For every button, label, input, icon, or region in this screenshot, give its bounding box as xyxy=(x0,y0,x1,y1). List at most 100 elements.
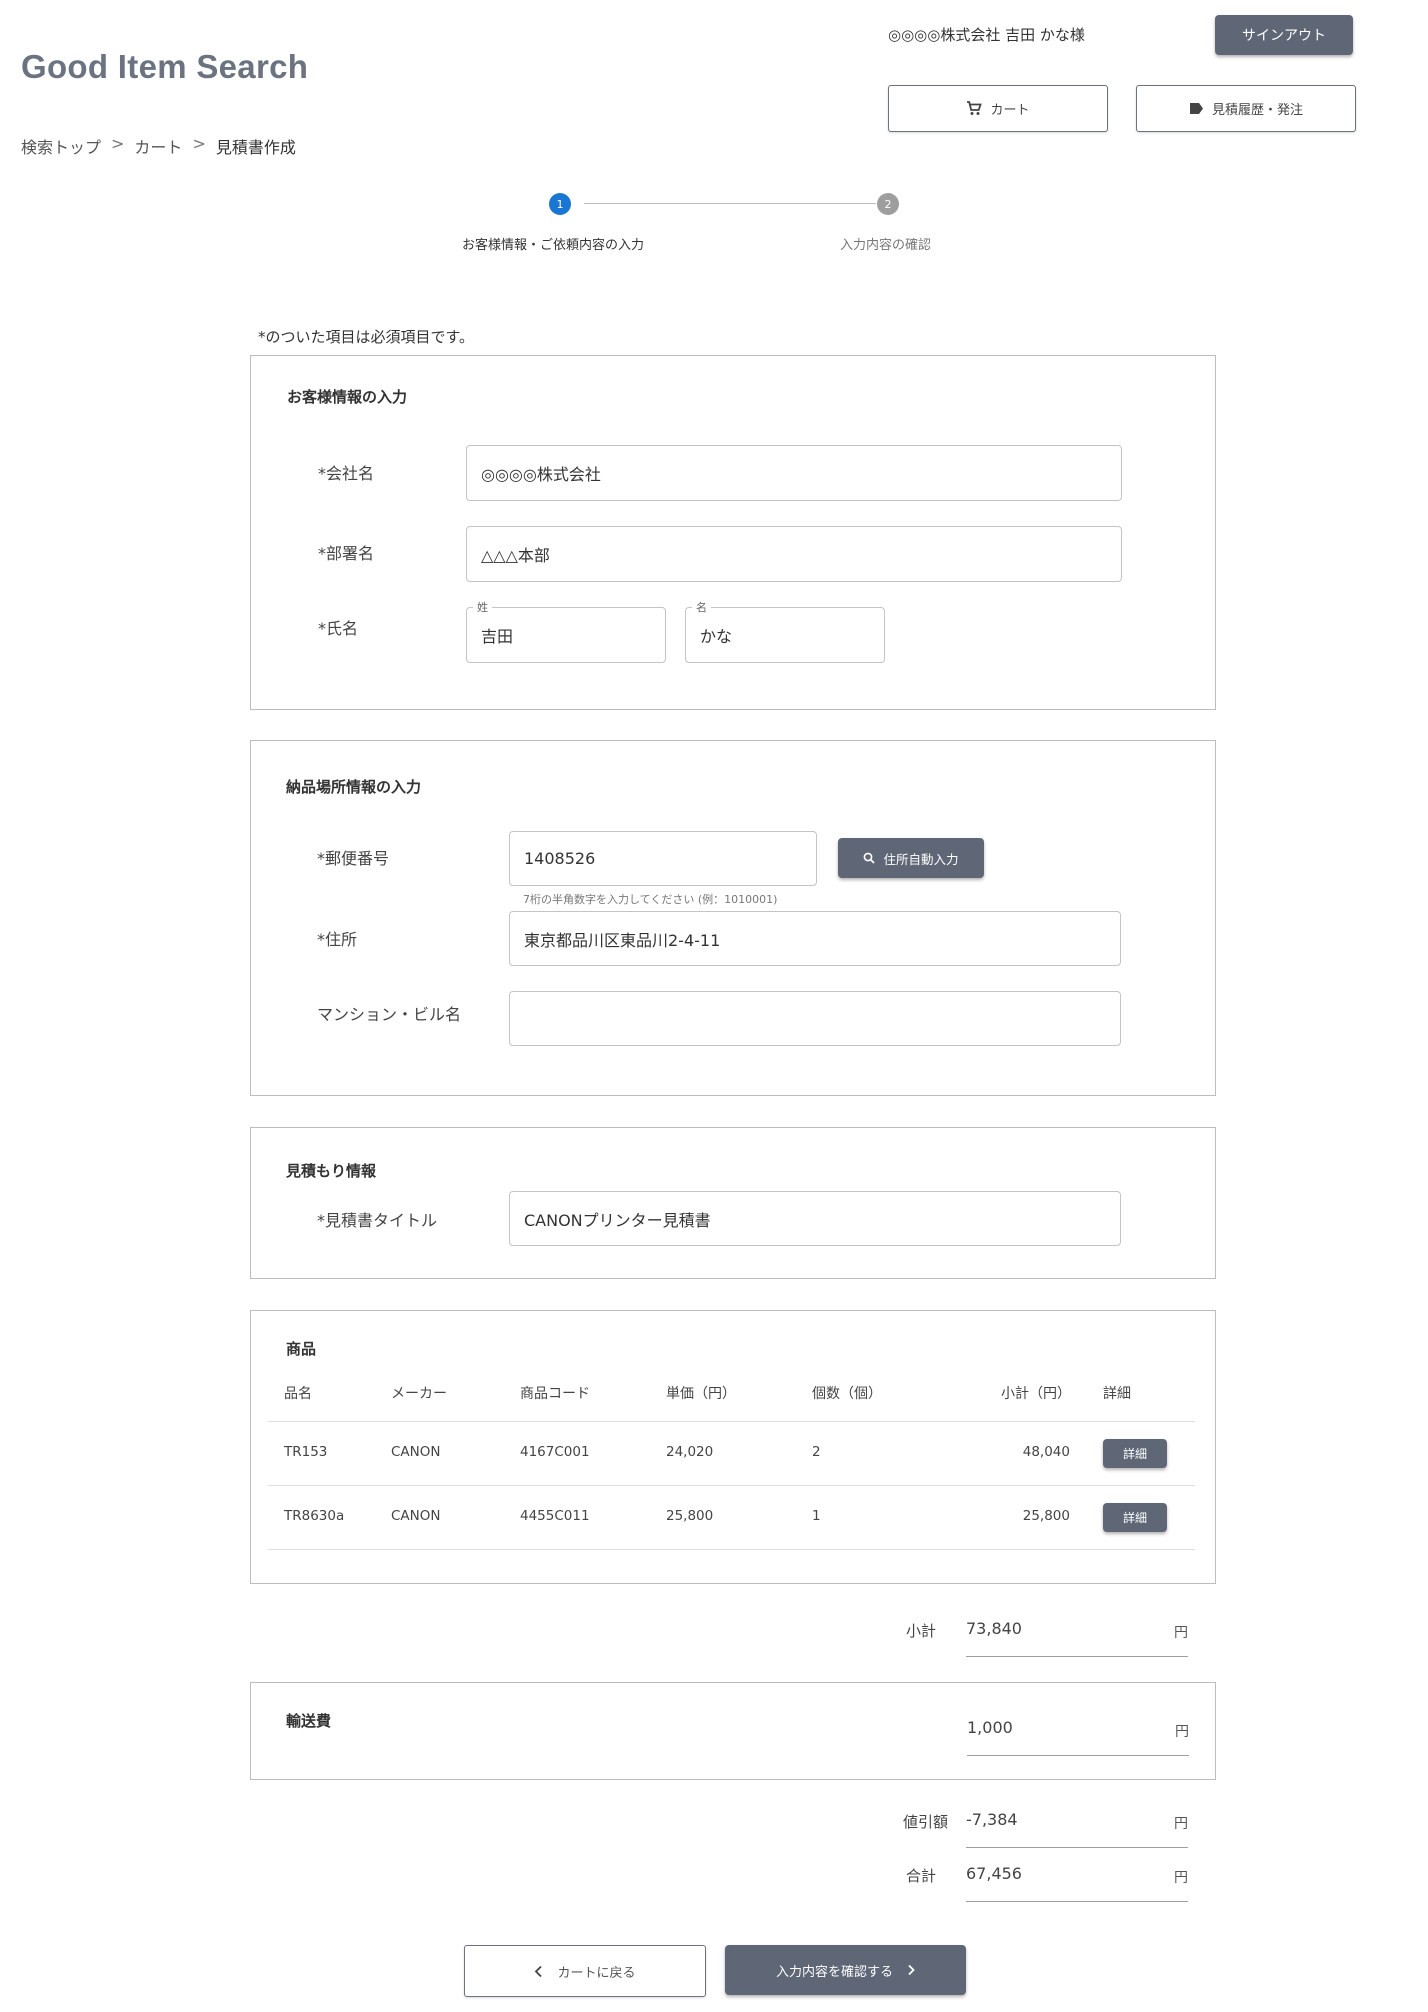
tag-icon xyxy=(1189,102,1204,115)
last-name-legend: 姓 xyxy=(473,599,492,615)
search-icon xyxy=(863,852,876,864)
signout-button[interactable]: サインアウト xyxy=(1215,15,1353,55)
app-logo[interactable]: Good Item Search xyxy=(21,48,308,86)
address-field[interactable]: 東京都品川区東品川2-4-11 xyxy=(509,911,1121,966)
cell-code: 4167C001 xyxy=(520,1444,590,1460)
cell-maker: CANON xyxy=(391,1508,441,1524)
zip-label: *郵便番号 xyxy=(317,849,390,868)
col-header-price: 単価（円） xyxy=(666,1386,736,1402)
yen-unit: 円 xyxy=(1174,1870,1188,1886)
cell-subtotal: 48,040 xyxy=(1022,1444,1070,1460)
step-2-dot: 2 xyxy=(877,193,899,215)
total-label: 合計 xyxy=(906,1867,937,1885)
cell-qty: 1 xyxy=(812,1508,821,1524)
confirm-input-label: 入力内容を確認する xyxy=(775,1964,893,1980)
address-autofill-label: 住所自動入力 xyxy=(883,851,959,867)
department-field[interactable]: △△△本部 xyxy=(466,526,1122,582)
back-to-cart-button[interactable]: カートに戻る xyxy=(464,1945,706,1997)
subtotal-value: 73,840 xyxy=(966,1619,1022,1638)
customer-info-card: お客様情報の入力 *会社名 ◎◎◎◎株式会社 *部署名 △△△本部 *氏名 吉田… xyxy=(250,355,1216,710)
col-header-qty: 個数（個） xyxy=(812,1386,882,1402)
cart-button[interactable]: カート xyxy=(888,85,1108,132)
required-note: *のついた項目は必須項目です。 xyxy=(258,328,475,346)
company-field[interactable]: ◎◎◎◎株式会社 xyxy=(466,445,1122,501)
estimate-title-value: CANONプリンター見積書 xyxy=(524,1210,711,1230)
col-header-maker: メーカー xyxy=(391,1386,447,1402)
subtotal-field: 73,840 円 xyxy=(966,1612,1188,1657)
breadcrumb-separator: > xyxy=(192,134,206,153)
discount-label: 値引額 xyxy=(903,1813,949,1831)
breadcrumb: 検索トップ > カート > 見積書作成 xyxy=(21,134,296,158)
table-row: TR153 CANON 4167C001 24,020 2 48,040 詳細 xyxy=(251,1422,1213,1485)
first-name-legend: 名 xyxy=(692,599,711,615)
detail-button[interactable]: 詳細 xyxy=(1103,1439,1167,1468)
first-name-field[interactable]: かな xyxy=(685,607,885,663)
products-card: 商品 品名 メーカー 商品コード 単価（円） 個数（個） 小計（円） 詳細 TR… xyxy=(250,1310,1216,1584)
shipping-field[interactable]: 1,000 円 xyxy=(967,1711,1189,1756)
row-divider xyxy=(268,1549,1195,1550)
breadcrumb-cart[interactable]: カート xyxy=(134,134,182,158)
cell-price: 24,020 xyxy=(666,1444,714,1460)
subtotal-label: 小計 xyxy=(906,1622,937,1640)
delivery-info-title: 納品場所情報の入力 xyxy=(286,778,422,796)
confirm-input-button[interactable]: 入力内容を確認する xyxy=(725,1945,966,1995)
yen-unit: 円 xyxy=(1175,1724,1189,1740)
cell-subtotal: 25,800 xyxy=(1022,1508,1070,1524)
zip-field[interactable]: 1408526 xyxy=(509,831,817,886)
cell-code: 4455C011 xyxy=(520,1508,590,1524)
back-to-cart-label: カートに戻る xyxy=(557,1965,636,1981)
table-row: TR8630a CANON 4455C011 25,800 1 25,800 詳… xyxy=(251,1486,1213,1549)
estimate-info-card: 見積もり情報 *見積書タイトル CANONプリンター見積書 xyxy=(250,1127,1216,1279)
shipping-value: 1,000 xyxy=(967,1718,1013,1737)
building-label: マンション・ビル名 xyxy=(317,1005,462,1024)
department-label: *部署名 xyxy=(318,544,375,563)
step-2-label: 入力内容の確認 xyxy=(840,238,932,253)
address-value: 東京都品川区東品川2-4-11 xyxy=(524,930,721,950)
history-button[interactable]: 見積履歴・発注 xyxy=(1136,85,1356,132)
name-label: *氏名 xyxy=(318,619,359,638)
user-name: ◎◎◎◎株式会社 吉田 かな様 xyxy=(888,26,1085,44)
products-title: 商品 xyxy=(286,1340,317,1358)
zip-value: 1408526 xyxy=(524,849,596,868)
building-field[interactable] xyxy=(509,991,1121,1046)
col-header-code: 商品コード xyxy=(520,1386,590,1402)
chevron-right-icon xyxy=(907,1964,915,1976)
estimate-title-field[interactable]: CANONプリンター見積書 xyxy=(509,1191,1121,1246)
total-field: 67,456 円 xyxy=(966,1857,1188,1902)
company-value: ◎◎◎◎株式会社 xyxy=(481,465,601,484)
last-name-field[interactable]: 吉田 xyxy=(466,607,666,663)
shipping-title: 輸送費 xyxy=(286,1712,332,1730)
breadcrumb-separator: > xyxy=(111,134,125,153)
cart-icon xyxy=(966,101,983,116)
cell-name: TR8630a xyxy=(284,1508,345,1524)
discount-value: -7,384 xyxy=(966,1810,1018,1829)
yen-unit: 円 xyxy=(1174,1625,1188,1641)
col-header-subtotal: 小計（円） xyxy=(1001,1386,1071,1402)
step-1-dot: 1 xyxy=(549,193,571,215)
department-value: △△△本部 xyxy=(481,546,550,565)
company-label: *会社名 xyxy=(318,464,375,483)
col-header-detail: 詳細 xyxy=(1103,1386,1131,1402)
cart-label: カート xyxy=(990,103,1030,118)
discount-field: -7,384 円 xyxy=(966,1803,1188,1848)
chevron-left-icon xyxy=(534,1965,543,1978)
col-header-name: 品名 xyxy=(284,1386,312,1402)
history-label: 見積履歴・発注 xyxy=(1211,103,1303,118)
signout-label: サインアウト xyxy=(1242,28,1326,44)
shipping-card: 輸送費 1,000 円 xyxy=(250,1682,1216,1780)
cell-qty: 2 xyxy=(812,1444,821,1460)
yen-unit: 円 xyxy=(1174,1816,1188,1832)
estimate-title-label: *見積書タイトル xyxy=(317,1211,438,1230)
delivery-info-card: 納品場所情報の入力 *郵便番号 1408526 7桁の半角数字を入力してください… xyxy=(250,740,1216,1096)
last-name-value: 吉田 xyxy=(481,627,514,646)
stepper-connector xyxy=(584,203,876,204)
customer-info-title: お客様情報の入力 xyxy=(287,388,408,406)
address-label: *住所 xyxy=(317,930,358,949)
zip-hint: 7桁の半角数字を入力してください (例：1010001) xyxy=(523,893,778,906)
detail-button[interactable]: 詳細 xyxy=(1103,1503,1167,1532)
cell-name: TR153 xyxy=(284,1444,328,1460)
address-autofill-button[interactable]: 住所自動入力 xyxy=(838,838,984,878)
breadcrumb-search-top[interactable]: 検索トップ xyxy=(21,134,101,158)
first-name-value: かな xyxy=(700,627,733,646)
breadcrumb-current: 見積書作成 xyxy=(215,138,296,157)
